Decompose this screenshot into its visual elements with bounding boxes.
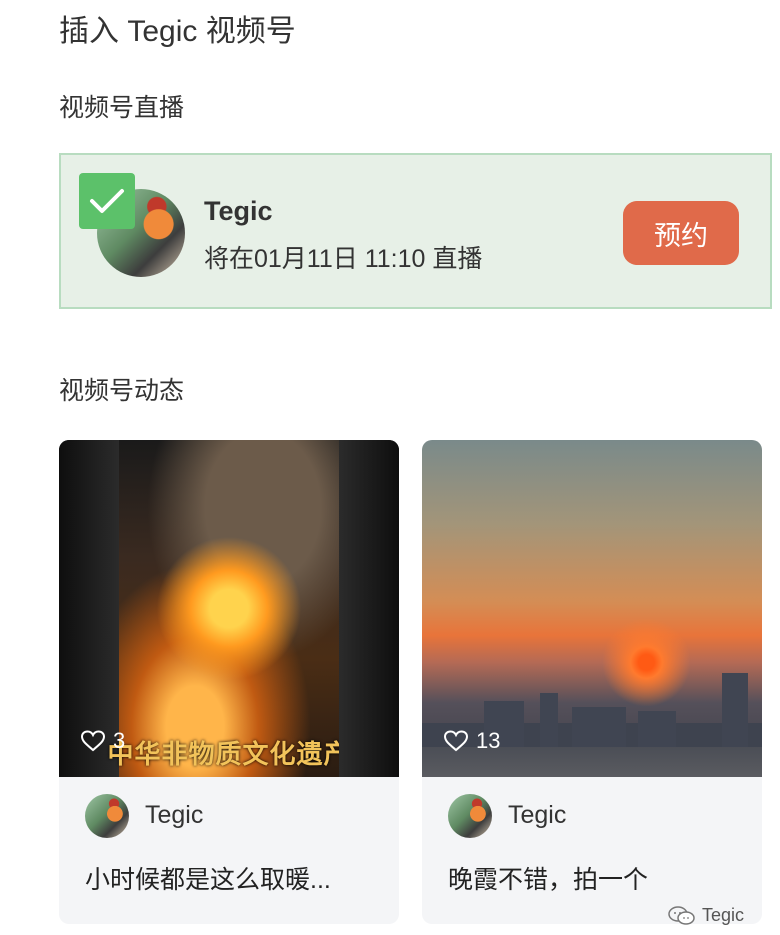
- post-author: Tegic: [145, 801, 204, 829]
- post-text: 晚霞不错，拍一个: [448, 866, 649, 894]
- heart-icon: [81, 730, 105, 752]
- live-section-label: 视频号直播: [59, 94, 185, 122]
- checkmark-icon[interactable]: [79, 173, 135, 229]
- live-card[interactable]: Tegic 将在01月11日 11:10 直播 预约: [59, 153, 772, 309]
- watermark-text: Tegic: [702, 905, 745, 925]
- watermark: Tegic: [668, 905, 744, 926]
- avatar: [85, 794, 129, 838]
- post-text: 小时候都是这么取暖...: [85, 866, 331, 894]
- like-count: 13: [444, 728, 500, 754]
- reserve-button[interactable]: 预约: [623, 201, 739, 265]
- live-schedule: 将在01月11日 11:10 直播: [204, 245, 483, 273]
- like-count: 3: [81, 728, 125, 754]
- avatar: [448, 794, 492, 838]
- post-author: Tegic: [508, 801, 567, 829]
- video-thumbnail[interactable]: 13: [422, 440, 762, 777]
- heart-icon: [444, 730, 468, 752]
- post-card[interactable]: 中华非物质文化遗产 3 Tegic 小时候都是这么取暖...: [59, 440, 399, 924]
- like-count-value: 3: [113, 728, 126, 753]
- post-card[interactable]: 13 Tegic 晚霞不错，拍一个: [422, 440, 762, 924]
- like-count-value: 13: [476, 728, 501, 753]
- page-title: 插入 Tegic 视频号: [59, 15, 296, 48]
- video-thumbnail[interactable]: 中华非物质文化遗产 3: [59, 440, 399, 777]
- live-author-name: Tegic: [204, 196, 273, 226]
- feed-section-label: 视频号动态: [59, 377, 185, 405]
- video-caption: 中华非物质文化遗产: [107, 739, 351, 769]
- wechat-icon: [668, 905, 695, 925]
